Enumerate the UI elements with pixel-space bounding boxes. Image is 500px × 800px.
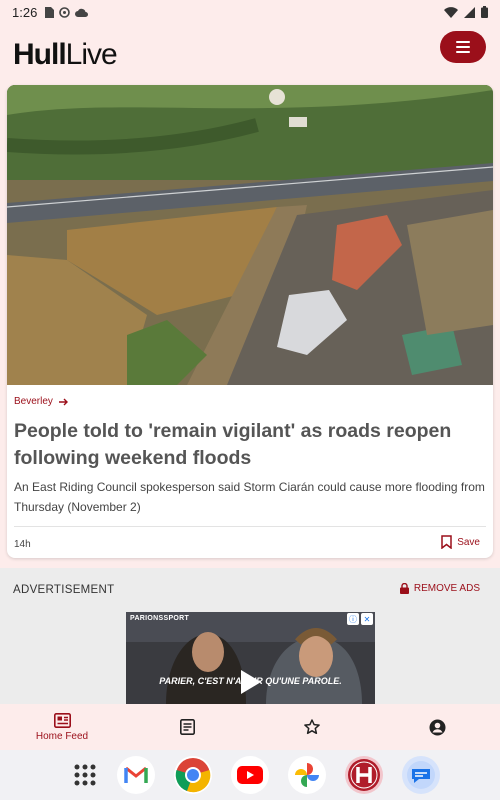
hulllive-app[interactable] (345, 756, 383, 794)
battery-icon (481, 6, 488, 18)
nav-saved[interactable] (297, 704, 327, 750)
ad-brand: PARIONSSPORT (130, 615, 190, 622)
status-time: 1:26 (12, 4, 38, 20)
account-icon (429, 719, 445, 735)
logo-text-regular: Live (65, 38, 118, 71)
remove-ads-button[interactable]: REMOVE ADS (399, 583, 480, 594)
sim-card-icon (45, 6, 55, 18)
article-summary: An East Riding Council spokesperson said… (14, 480, 485, 514)
logo-text-bold: Hull (13, 38, 67, 71)
photos-icon (295, 763, 319, 787)
article-headline[interactable]: People told to 'remain vigilant' as road… (14, 418, 484, 472)
save-label: Save (457, 536, 480, 548)
hulllive-app-icon (348, 759, 380, 791)
ad-info-icon: ⓘ (347, 613, 359, 625)
arrow-right-icon (58, 398, 68, 405)
bookmark-icon (441, 535, 452, 549)
status-bar: 1:26 (0, 0, 500, 24)
nav-account[interactable] (422, 704, 452, 750)
nav-articles[interactable] (172, 704, 202, 750)
messages-icon (407, 761, 435, 789)
advertisement-section: ADVERTISEMENT REMOVE ADS PARIONSSPORT ⓘ … (0, 568, 500, 704)
wifi-icon (444, 6, 458, 18)
gmail-app[interactable] (117, 756, 155, 794)
flood-aerial-photo (7, 85, 493, 385)
remove-ads-label: REMOVE ADS (413, 583, 480, 594)
article-category-label: Beverley (14, 396, 53, 407)
article-timestamp: 14h (14, 539, 31, 550)
photos-app[interactable] (288, 756, 326, 794)
apps-grid-icon (74, 764, 96, 786)
android-dock (0, 750, 500, 800)
article-card[interactable]: Beverley People told to 'remain vigilant… (7, 85, 493, 558)
lock-icon (399, 583, 409, 594)
card-divider (14, 526, 486, 527)
ad-video[interactable]: PARIONSSPORT ⓘ ✕ PARIER, C'EST N'AVOIR Q… (126, 612, 375, 704)
ad-choices[interactable]: ⓘ ✕ (347, 613, 373, 625)
messages-app[interactable] (402, 756, 440, 794)
save-button[interactable]: Save (441, 535, 480, 549)
app-drawer-button[interactable] (66, 756, 104, 794)
home-feed-icon (53, 712, 71, 728)
menu-button[interactable] (440, 31, 486, 63)
cell-signal-icon (464, 6, 475, 18)
app-notification-icon (59, 6, 71, 18)
play-icon[interactable] (241, 670, 261, 694)
chrome-app[interactable] (174, 756, 212, 794)
nav-home-label: Home Feed (35, 730, 89, 742)
menu-icon (456, 41, 470, 43)
chrome-icon (175, 758, 211, 793)
ad-close-icon[interactable]: ✕ (361, 613, 373, 625)
article-category-link[interactable]: Beverley (14, 396, 69, 407)
bottom-navigation: Home Feed (0, 704, 500, 750)
article-hero-image[interactable] (7, 85, 493, 385)
star-icon (304, 719, 320, 735)
nav-home-feed[interactable]: Home Feed (30, 704, 94, 750)
hulllive-logo[interactable]: HullLive (13, 38, 118, 72)
menu-icon-line (456, 51, 470, 53)
youtube-icon (237, 766, 263, 784)
menu-icon-line (456, 46, 470, 48)
document-icon (179, 719, 195, 735)
youtube-app[interactable] (231, 756, 269, 794)
gmail-icon (124, 766, 148, 783)
app-header: HullLive (0, 24, 500, 82)
advertisement-label: ADVERTISEMENT (13, 584, 115, 596)
cloud-icon (75, 8, 89, 17)
